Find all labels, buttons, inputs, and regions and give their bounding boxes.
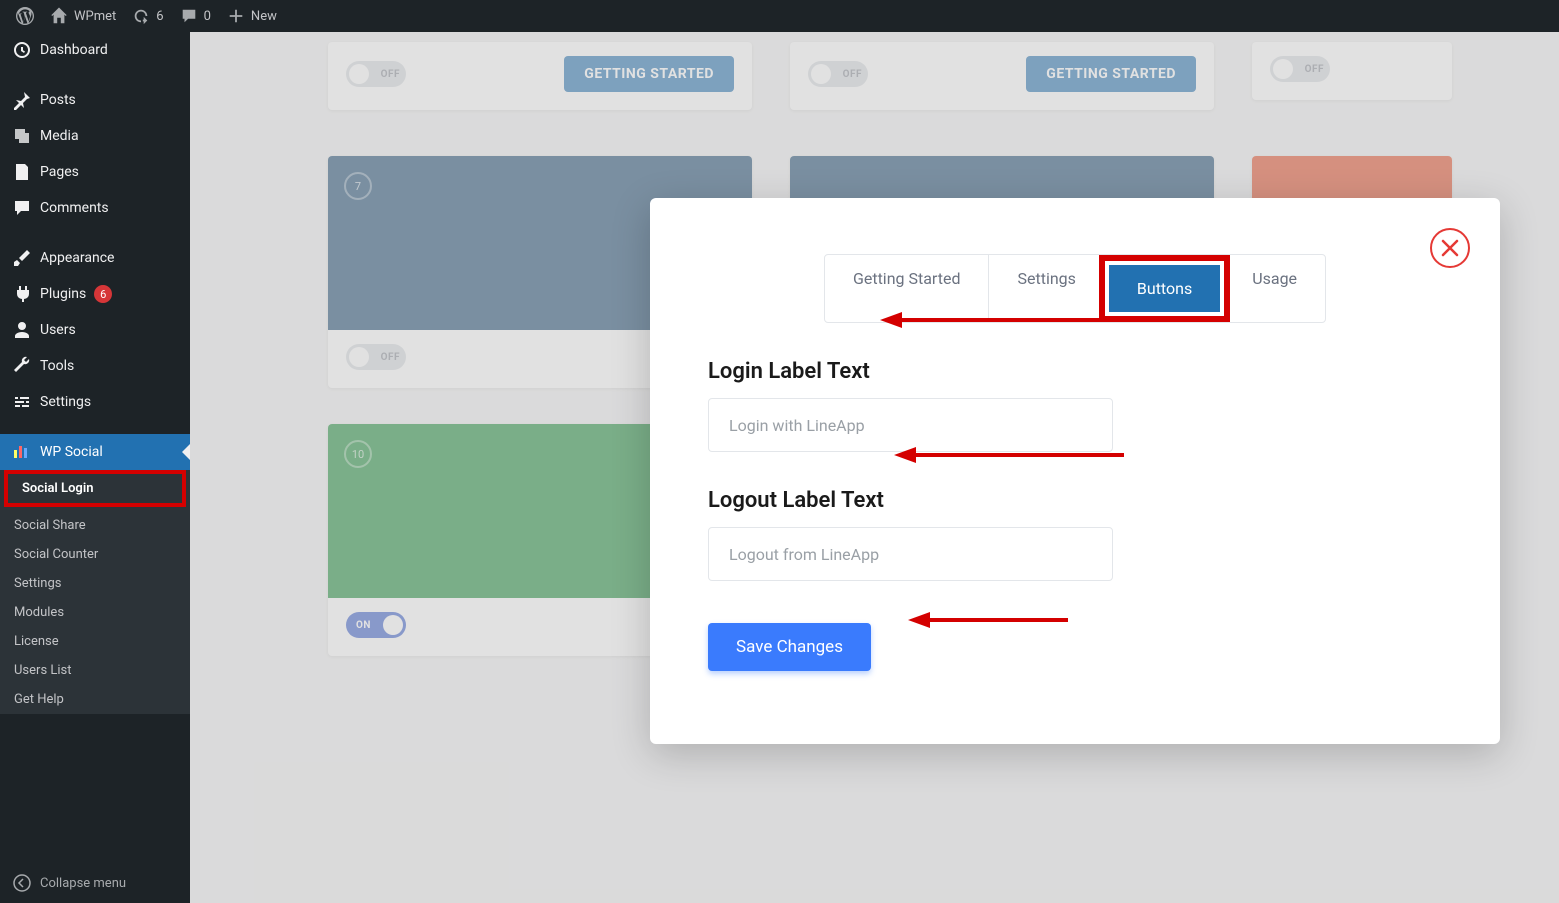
menu-media[interactable]: Media — [0, 118, 190, 154]
brush-icon — [12, 248, 32, 268]
close-button[interactable] — [1430, 228, 1470, 268]
site-title: WPmet — [74, 9, 116, 24]
menu-settings[interactable]: Settings — [0, 384, 190, 420]
menu-label: Pages — [40, 164, 79, 180]
submenu-social-share[interactable]: Social Share — [0, 511, 190, 540]
submenu-users-list[interactable]: Users List — [0, 656, 190, 685]
menu-dashboard[interactable]: Dashboard — [0, 32, 190, 68]
submenu-social-counter[interactable]: Social Counter — [0, 540, 190, 569]
comments-icon — [12, 198, 32, 218]
annotation-arrow — [908, 610, 1068, 630]
submenu-social-login[interactable]: Social Login — [8, 474, 182, 503]
update-count: 6 — [156, 9, 163, 24]
submenu-modules[interactable]: Modules — [0, 598, 190, 627]
collapse-label: Collapse menu — [40, 876, 126, 891]
update-icon — [132, 7, 150, 25]
admin-bar: WPmet 6 0 New — [0, 0, 1559, 32]
annotation-arrow — [880, 310, 1110, 330]
menu-label: Posts — [40, 92, 76, 108]
menu-users[interactable]: Users — [0, 312, 190, 348]
wp-logo[interactable] — [8, 7, 42, 25]
new-label: New — [251, 9, 277, 24]
pin-icon — [12, 90, 32, 110]
menu-label: Settings — [40, 394, 91, 410]
wpsocial-icon — [12, 442, 32, 462]
menu-plugins[interactable]: Plugins 6 — [0, 276, 190, 312]
logout-label-input[interactable] — [708, 527, 1113, 581]
comment-count: 0 — [204, 9, 211, 24]
social-login-highlight: Social Login — [4, 470, 186, 507]
logout-label-heading: Logout Label Text — [708, 488, 1442, 513]
menu-label: Users — [40, 322, 76, 338]
comments[interactable]: 0 — [172, 7, 219, 25]
menu-pages[interactable]: Pages — [0, 154, 190, 190]
updates[interactable]: 6 — [124, 7, 171, 25]
dashboard-icon — [12, 40, 32, 60]
menu-label: WP Social — [40, 444, 103, 460]
login-label-input[interactable] — [708, 398, 1113, 452]
user-icon — [12, 320, 32, 340]
submenu-get-help[interactable]: Get Help — [0, 685, 190, 714]
login-label-heading: Login Label Text — [708, 359, 1442, 384]
tab-buttons[interactable]: Buttons — [1109, 265, 1220, 312]
menu-posts[interactable]: Posts — [0, 82, 190, 118]
menu-comments[interactable]: Comments — [0, 190, 190, 226]
wordpress-icon — [16, 7, 34, 25]
menu-label: Tools — [40, 358, 74, 374]
close-icon — [1441, 239, 1459, 257]
menu-label: Comments — [40, 200, 109, 216]
collapse-icon — [12, 873, 32, 893]
menu-wp-social[interactable]: WP Social — [0, 434, 190, 470]
media-icon — [12, 126, 32, 146]
admin-sidebar: Dashboard Posts Media Pages Comments App… — [0, 32, 190, 903]
menu-label: Appearance — [40, 250, 114, 266]
submenu-settings[interactable]: Settings — [0, 569, 190, 598]
new[interactable]: New — [219, 7, 285, 25]
menu-appearance[interactable]: Appearance — [0, 240, 190, 276]
sliders-icon — [12, 392, 32, 412]
provider-settings-modal: Getting Started Settings Buttons Usage L… — [650, 198, 1500, 744]
site-name[interactable]: WPmet — [42, 7, 124, 25]
plus-icon — [227, 7, 245, 25]
comment-icon — [180, 7, 198, 25]
menu-label: Plugins — [40, 286, 86, 302]
plugin-icon — [12, 284, 32, 304]
wp-social-submenu: Social Login Social Share Social Counter… — [0, 470, 190, 714]
plugin-badge: 6 — [94, 285, 112, 303]
submenu-license[interactable]: License — [0, 627, 190, 656]
page-icon — [12, 162, 32, 182]
buttons-tab-highlight: Buttons — [1099, 255, 1230, 322]
menu-label: Media — [40, 128, 79, 144]
collapse-menu[interactable]: Collapse menu — [0, 863, 190, 903]
annotation-arrow — [894, 445, 1124, 465]
wrench-icon — [12, 356, 32, 376]
menu-tools[interactable]: Tools — [0, 348, 190, 384]
menu-label: Dashboard — [40, 42, 108, 58]
save-changes-button[interactable]: Save Changes — [708, 623, 871, 671]
home-icon — [50, 7, 68, 25]
tab-usage[interactable]: Usage — [1224, 255, 1325, 322]
